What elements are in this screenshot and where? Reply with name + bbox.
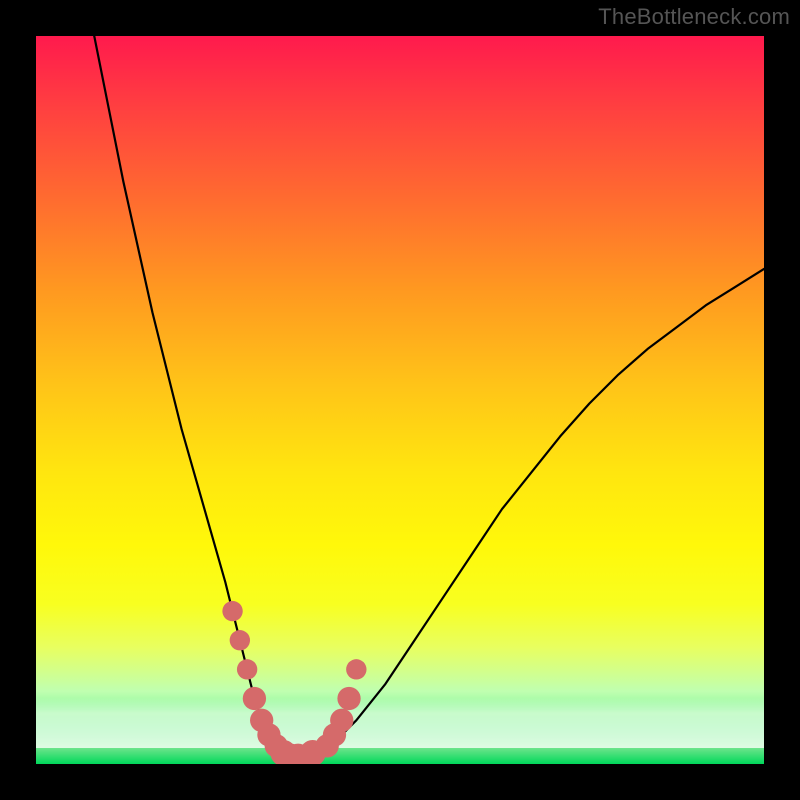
- bottleneck-curve: [94, 36, 764, 757]
- marker-group: [222, 601, 366, 764]
- data-marker: [230, 630, 250, 650]
- watermark-text: TheBottleneck.com: [598, 4, 790, 30]
- data-marker: [243, 687, 266, 710]
- data-marker: [330, 709, 353, 732]
- plot-area: [36, 36, 764, 764]
- data-marker: [237, 659, 257, 679]
- data-marker: [222, 601, 242, 621]
- data-marker: [337, 687, 360, 710]
- chart-svg: [36, 36, 764, 764]
- data-marker: [346, 659, 366, 679]
- chart-frame: TheBottleneck.com: [0, 0, 800, 800]
